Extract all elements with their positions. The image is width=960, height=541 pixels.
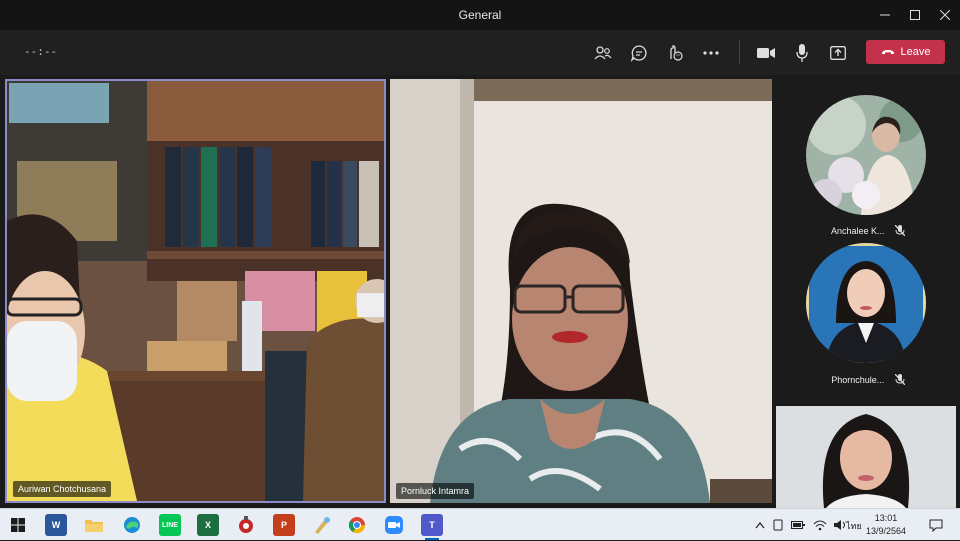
minimize-icon — [880, 14, 890, 16]
video-tile-pornluck[interactable]: Pornluck Intamra — [390, 79, 772, 503]
avatar-image — [806, 95, 926, 215]
participant-name: Anchalee K... — [830, 225, 885, 236]
meeting-toolbar: --:-- Leave — [0, 30, 960, 75]
reactions-button[interactable] — [664, 42, 686, 64]
edge-icon — [124, 517, 140, 533]
word-icon: W — [51, 520, 61, 530]
video-tile-auriwan[interactable]: Auriwan Chotchusana — [5, 79, 386, 503]
participant-name-tag: Pornluck Intamra — [396, 483, 475, 499]
meeting-timer: --:-- — [24, 45, 58, 58]
edge-app[interactable] — [121, 514, 143, 536]
maximize-icon — [910, 10, 920, 20]
volume-icon[interactable] — [833, 519, 847, 531]
wifi-icon[interactable] — [813, 519, 827, 531]
toolbar-divider — [739, 40, 740, 64]
video-feed-pornluck — [390, 79, 772, 503]
close-icon — [940, 10, 950, 20]
participant-name-tag: Auriwan Chotchusana — [13, 481, 112, 497]
powerpoint-app[interactable]: P — [273, 514, 295, 536]
mic-icon — [796, 44, 808, 62]
muted-mic-icon — [894, 224, 906, 238]
battery-icon[interactable] — [791, 520, 805, 530]
muted-mic-icon — [894, 373, 906, 387]
excel-app[interactable]: X — [197, 514, 219, 536]
mic-button[interactable] — [791, 42, 813, 64]
self-view-feed — [776, 406, 956, 508]
windows-taskbar: W LINE X P T ไทย 13:01 13/9/2564 — [0, 508, 960, 540]
participants-button[interactable] — [592, 42, 614, 64]
window-controls — [870, 0, 960, 30]
more-options-button[interactable] — [700, 42, 722, 64]
more-icon — [703, 51, 719, 55]
hang-up-icon — [881, 50, 894, 54]
red-app[interactable] — [235, 514, 257, 536]
participant-label-phornchule: Phornchule... — [776, 373, 960, 387]
notifications-button[interactable] — [925, 514, 947, 536]
camera-button[interactable] — [755, 42, 777, 64]
line-icon: LINE — [162, 521, 178, 529]
word-app[interactable]: W — [45, 514, 67, 536]
clock-date: 13/9/2564 — [865, 526, 907, 536]
device-icon[interactable] — [773, 519, 783, 531]
system-tray — [755, 509, 847, 541]
powerpoint-icon: P — [280, 520, 287, 530]
chat-button[interactable] — [628, 42, 650, 64]
input-language[interactable]: ไทย — [846, 519, 862, 533]
teams-app[interactable]: T — [421, 514, 443, 540]
self-view-video[interactable] — [776, 406, 956, 508]
video-stage: Auriwan Chotchusana Pornluck Intamra Anc… — [0, 75, 960, 508]
app-red-icon — [239, 516, 253, 533]
participant-name: Phornchule... — [831, 374, 885, 385]
participant-label-anchalee: Anchalee K... — [776, 224, 960, 238]
chat-icon — [630, 45, 647, 62]
chevron-up-icon[interactable] — [755, 521, 765, 529]
minimize-button[interactable] — [870, 0, 900, 30]
taskbar-clock[interactable]: 13:01 13/9/2564 — [864, 512, 908, 538]
paint-app[interactable] — [311, 514, 333, 536]
folder-icon — [85, 520, 103, 532]
close-button[interactable] — [930, 0, 960, 30]
avatar-image — [806, 243, 926, 363]
avatar-phornchule[interactable] — [806, 243, 926, 363]
share-icon — [830, 46, 846, 60]
maximize-button[interactable] — [900, 0, 930, 30]
file-explorer-app[interactable] — [83, 514, 105, 536]
start-button[interactable] — [7, 514, 29, 536]
notification-icon — [929, 519, 943, 532]
line-app[interactable]: LINE — [159, 514, 181, 536]
title-bar: General — [0, 0, 960, 30]
chrome-app[interactable] — [346, 514, 368, 536]
share-screen-button[interactable] — [827, 42, 849, 64]
clock-time: 13:01 — [874, 513, 898, 523]
window-title: General — [458, 8, 502, 22]
participants-sidebar: Anchalee K... Phornchule... — [776, 75, 960, 508]
windows-logo-icon — [11, 518, 25, 532]
zoom-app[interactable] — [383, 514, 405, 536]
people-icon — [594, 46, 612, 60]
camera-icon — [757, 48, 775, 58]
teams-icon: T — [429, 520, 435, 530]
video-feed-auriwan — [7, 81, 384, 501]
leave-label: Leave — [900, 46, 931, 58]
zoom-icon — [385, 516, 403, 534]
paint-icon — [315, 517, 330, 534]
excel-icon: X — [204, 520, 211, 530]
reactions-icon — [670, 45, 683, 61]
chrome-icon — [348, 517, 366, 534]
leave-button[interactable]: Leave — [866, 40, 945, 64]
avatar-anchalee[interactable] — [806, 95, 926, 215]
